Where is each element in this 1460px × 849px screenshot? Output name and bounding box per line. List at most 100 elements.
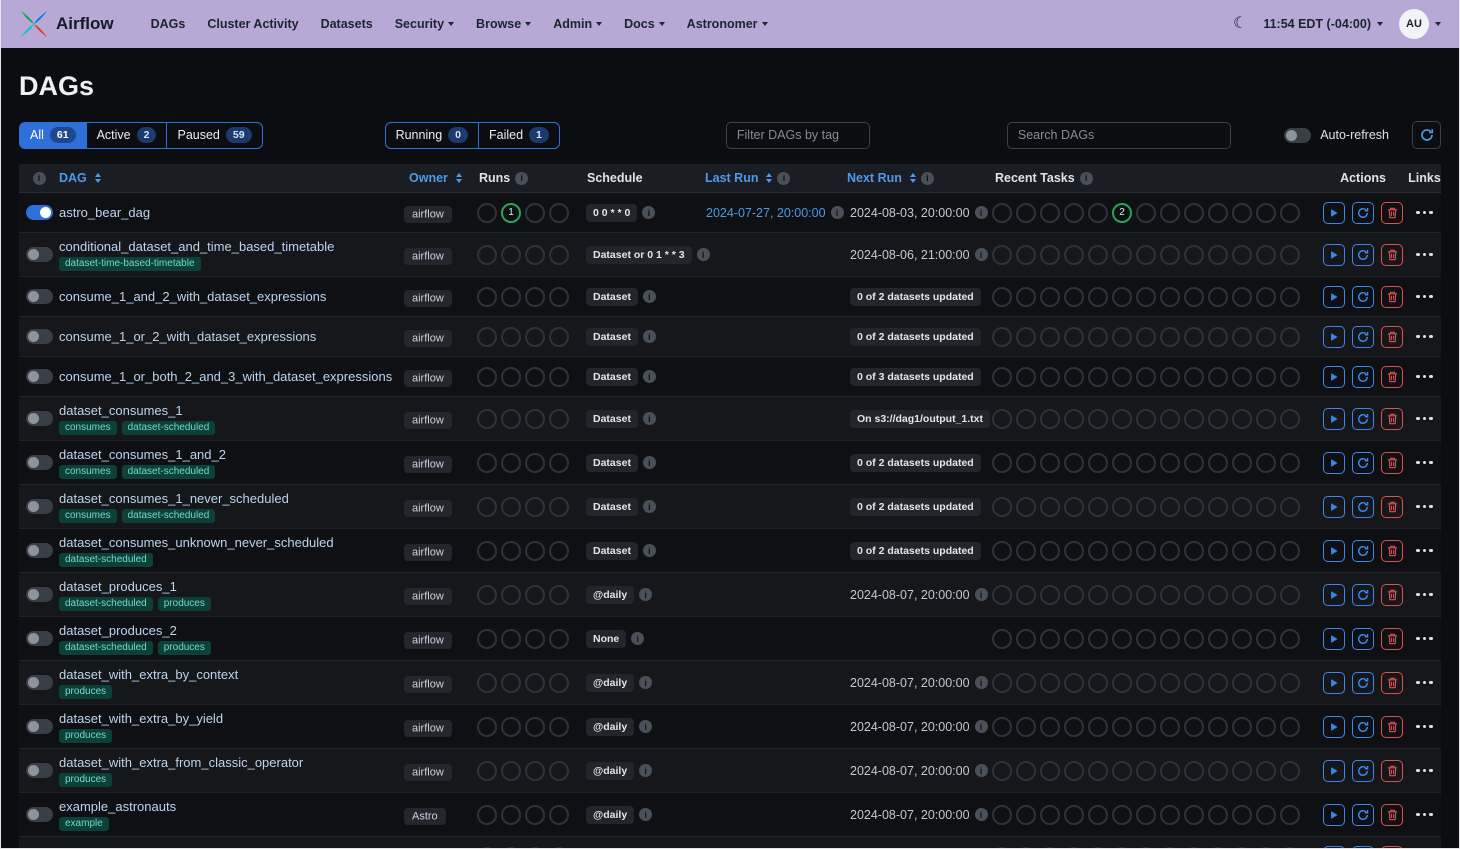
refresh-button[interactable] [1412, 121, 1441, 149]
dag-pause-toggle[interactable] [26, 543, 53, 558]
run-status-circle[interactable] [525, 541, 545, 561]
run-status-circle[interactable] [501, 367, 521, 387]
run-status-circle[interactable] [477, 245, 497, 265]
task-status-circle[interactable] [1016, 409, 1036, 429]
task-status-circle[interactable] [1136, 761, 1156, 781]
task-status-circle[interactable] [1208, 245, 1228, 265]
run-status-circle[interactable] [525, 497, 545, 517]
dag-pause-toggle[interactable] [26, 329, 53, 344]
info-icon[interactable] [975, 206, 988, 219]
info-icon[interactable] [639, 720, 652, 733]
info-icon[interactable] [697, 248, 710, 261]
dag-tag-badge[interactable]: dataset-scheduled [122, 509, 216, 523]
task-status-circle[interactable] [1256, 287, 1276, 307]
info-icon[interactable] [643, 412, 656, 425]
run-status-circle[interactable] [501, 761, 521, 781]
dag-tag-badge[interactable]: produces [158, 641, 211, 655]
task-status-circle[interactable] [1160, 629, 1180, 649]
task-status-circle[interactable] [1160, 245, 1180, 265]
dag-name-link[interactable]: dataset_produces_2 [59, 623, 404, 638]
task-status-circle[interactable] [1136, 629, 1156, 649]
task-status-circle[interactable] [1016, 673, 1036, 693]
dag-pause-toggle[interactable] [26, 587, 53, 602]
reparse-dag-button[interactable] [1352, 286, 1374, 308]
task-status-circle[interactable] [1136, 453, 1156, 473]
schedule-badge[interactable]: Dataset [586, 542, 638, 560]
task-status-circle[interactable] [1208, 717, 1228, 737]
task-status-circle[interactable] [1136, 327, 1156, 347]
task-status-circle[interactable] [1184, 761, 1204, 781]
schedule-badge[interactable]: None [586, 848, 626, 849]
run-status-circle[interactable] [477, 673, 497, 693]
task-status-circle[interactable] [1112, 409, 1132, 429]
trigger-dag-button[interactable] [1323, 540, 1345, 562]
task-status-circle[interactable] [1160, 805, 1180, 825]
reparse-dag-button[interactable] [1352, 672, 1374, 694]
run-status-circle[interactable] [477, 287, 497, 307]
task-status-circle[interactable] [1040, 673, 1060, 693]
task-status-circle[interactable] [1280, 327, 1300, 347]
dag-name-link[interactable]: dataset_with_extra_by_context [59, 667, 404, 682]
task-status-circle[interactable] [1208, 409, 1228, 429]
task-status-circle[interactable] [1016, 585, 1036, 605]
info-icon[interactable] [639, 764, 652, 777]
schedule-badge[interactable]: Dataset [586, 454, 638, 472]
nav-item-docs[interactable]: Docs [624, 17, 665, 31]
run-status-circle[interactable] [501, 629, 521, 649]
task-status-circle[interactable] [1088, 367, 1108, 387]
dag-pause-toggle[interactable] [26, 369, 53, 384]
task-status-circle[interactable] [1016, 497, 1036, 517]
task-status-circle[interactable] [1136, 203, 1156, 223]
task-status-circle[interactable] [992, 673, 1012, 693]
reparse-dag-button[interactable] [1352, 244, 1374, 266]
run-status-circle[interactable] [549, 847, 569, 849]
task-status-circle[interactable] [1112, 629, 1132, 649]
run-status-circle[interactable] [477, 541, 497, 561]
run-status-circle[interactable] [549, 629, 569, 649]
last-run-link[interactable]: 2024-07-27, 20:00:00 [706, 206, 826, 220]
dag-name-link[interactable]: consume_1_and_2_with_dataset_expressions [59, 289, 404, 304]
task-status-circle[interactable] [1256, 847, 1276, 849]
task-status-circle[interactable] [1280, 287, 1300, 307]
task-status-circle[interactable] [1280, 673, 1300, 693]
task-status-circle[interactable] [1136, 409, 1156, 429]
delete-dag-button[interactable] [1381, 244, 1403, 266]
run-status-circle[interactable] [477, 367, 497, 387]
column-header-owner[interactable]: Owner [404, 171, 474, 185]
dag-pause-toggle[interactable] [26, 719, 53, 734]
run-status-circle[interactable] [477, 805, 497, 825]
info-icon[interactable] [643, 370, 656, 383]
task-status-circle[interactable] [1256, 673, 1276, 693]
task-status-circle[interactable] [1280, 847, 1300, 849]
task-status-circle[interactable] [1088, 847, 1108, 849]
task-status-circle[interactable] [1280, 497, 1300, 517]
delete-dag-button[interactable] [1381, 326, 1403, 348]
task-status-circle[interactable] [1208, 327, 1228, 347]
column-header-next-run[interactable]: Next Run [842, 171, 990, 185]
task-status-circle[interactable] [1064, 847, 1084, 849]
trigger-dag-button[interactable] [1323, 716, 1345, 738]
dag-name-link[interactable]: astro_bear_dag [59, 205, 404, 220]
reparse-dag-button[interactable] [1352, 408, 1374, 430]
dag-name-link[interactable]: dataset_consumes_1_never_scheduled [59, 491, 404, 506]
dag-tag-badge[interactable]: produces [158, 597, 211, 611]
dag-name-link[interactable]: dataset_with_extra_by_yield [59, 711, 404, 726]
task-status-circle[interactable] [1136, 287, 1156, 307]
links-dropdown-button[interactable] [1414, 457, 1435, 469]
dag-tag-badge[interactable]: dataset-scheduled [59, 641, 153, 655]
reparse-dag-button[interactable] [1352, 716, 1374, 738]
task-status-circle[interactable] [1208, 585, 1228, 605]
task-status-circle[interactable] [1256, 585, 1276, 605]
task-status-circle[interactable] [1088, 541, 1108, 561]
task-status-circle[interactable] [1016, 761, 1036, 781]
dag-tag-badge[interactable]: dataset-scheduled [122, 465, 216, 479]
task-status-circle[interactable] [1136, 673, 1156, 693]
task-status-circle[interactable] [1064, 367, 1084, 387]
task-status-circle[interactable] [1256, 409, 1276, 429]
run-status-circle[interactable] [501, 585, 521, 605]
nav-item-datasets[interactable]: Datasets [321, 17, 373, 31]
delete-dag-button[interactable] [1381, 366, 1403, 388]
task-status-circle[interactable] [1208, 203, 1228, 223]
info-icon[interactable] [975, 248, 988, 261]
info-icon[interactable] [1080, 172, 1093, 185]
